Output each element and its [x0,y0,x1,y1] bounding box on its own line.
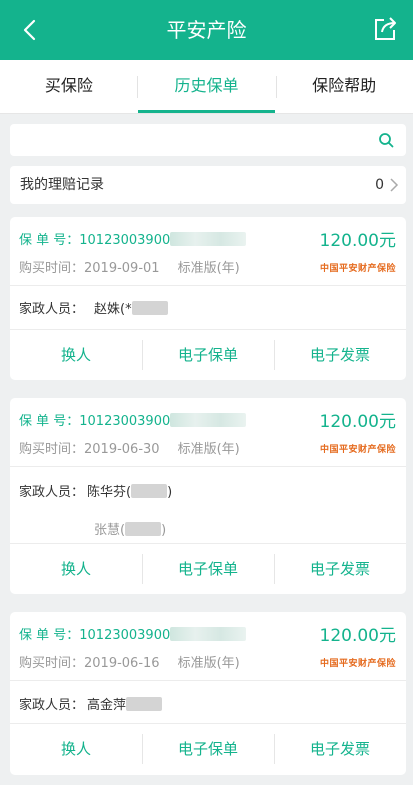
divider [10,285,406,286]
policy-card: 保 单 号：10123003900 120.00元 购买时间：2019-06-1… [10,612,406,775]
e-policy-button[interactable]: 电子保单 [142,724,274,774]
policy-card: 保 单 号：10123003900 120.00元 购买时间：2019-06-3… [10,398,406,594]
share-icon[interactable] [371,15,399,43]
policy-number-label: 保 单 号： [19,233,80,248]
search-icon[interactable] [378,132,394,148]
app-header: 平安产险 [0,0,413,60]
purchase-date: 2019-06-30 [84,442,160,457]
worker-label: 家政人员： [19,485,85,500]
claims-record-label: 我的理赔记录 [20,177,104,193]
e-invoice-button[interactable]: 电子发票 [274,724,406,774]
policy-amount: 120.00元 [319,412,396,432]
swap-worker-button[interactable]: 换人 [10,544,142,594]
policy-number-label: 保 单 号： [19,414,80,429]
worker-label: 家政人员： [19,698,85,713]
worker-label: 家政人员： [19,302,85,317]
insurer-logo: 中国平安财产保险 [319,264,396,274]
purchase-info-row: 购买时间：2019-06-16 标准版(年) [19,652,240,671]
redacted-mask [131,484,168,498]
policy-edition: 标准版(年) [177,261,240,276]
policy-number-label: 保 单 号： [19,628,80,643]
e-policy-button[interactable]: 电子保单 [142,330,274,380]
swap-worker-button[interactable]: 换人 [10,724,142,774]
purchase-info-row: 购买时间：2019-06-30 标准版(年) [19,438,240,457]
swap-worker-button[interactable]: 换人 [10,330,142,380]
tab-buy-insurance[interactable]: 买保险 [0,60,138,113]
claims-record-row[interactable]: 我的理赔记录 0 [10,166,406,204]
policy-actions: 换人 电子保单 电子发票 [10,330,406,380]
policy-edition: 标准版(年) [177,442,240,457]
redacted-mask [126,697,163,711]
redacted-mask [170,232,247,246]
divider [10,466,406,467]
page-title: 平安产险 [166,18,247,42]
purchase-date: 2019-06-16 [84,656,160,671]
policy-number: 10123003900 [79,233,171,248]
insurer-logo: 中国平安财产保险 [319,659,396,669]
purchase-time-label: 购买时间： [19,442,85,457]
policy-actions: 换人 电子保单 电子发票 [10,544,406,594]
policy-number: 10123003900 [79,628,171,643]
insurer-logo: 中国平安财产保险 [319,445,396,455]
tab-divider [137,76,138,98]
tab-divider [276,76,277,98]
policy-amount: 120.00元 [319,231,396,251]
purchase-time-label: 购买时间： [19,656,85,671]
worker-name: 赵姝(* [94,298,168,317]
policy-amount: 120.00元 [319,626,396,646]
purchase-date: 2019-09-01 [84,261,160,276]
policy-actions: 换人 电子保单 电子发票 [10,724,406,774]
search-input[interactable] [10,124,406,156]
policy-card: 保 单 号：10123003900 120.00元 购买时间：2019-09-0… [10,217,406,380]
worker-name: 陈华芬() [87,484,173,500]
redacted-mask [170,413,247,427]
worker-name: 张慧() [94,522,167,538]
policy-edition: 标准版(年) [177,656,240,671]
policy-number-row: 保 单 号：10123003900 [19,624,247,643]
tab-bar: 买保险 历史保单 保险帮助 [0,60,413,114]
policy-number-row: 保 单 号：10123003900 [19,410,247,429]
worker-name: 高金萍 [87,694,163,713]
tab-insurance-help[interactable]: 保险帮助 [275,60,413,113]
e-invoice-button[interactable]: 电子发票 [274,330,406,380]
policy-number-row: 保 单 号：10123003900 [19,229,247,248]
divider [10,680,406,681]
purchase-time-label: 购买时间： [19,261,85,276]
chevron-right-icon [390,178,399,192]
tab-policy-history[interactable]: 历史保单 [137,60,276,113]
redacted-mask [125,522,162,536]
e-invoice-button[interactable]: 电子发票 [274,544,406,594]
redacted-mask [170,627,247,641]
e-policy-button[interactable]: 电子保单 [142,544,274,594]
policy-number: 10123003900 [79,414,171,429]
purchase-info-row: 购买时间：2019-09-01 标准版(年) [19,257,240,276]
claims-count: 0 [375,177,384,193]
redacted-mask [131,301,168,315]
